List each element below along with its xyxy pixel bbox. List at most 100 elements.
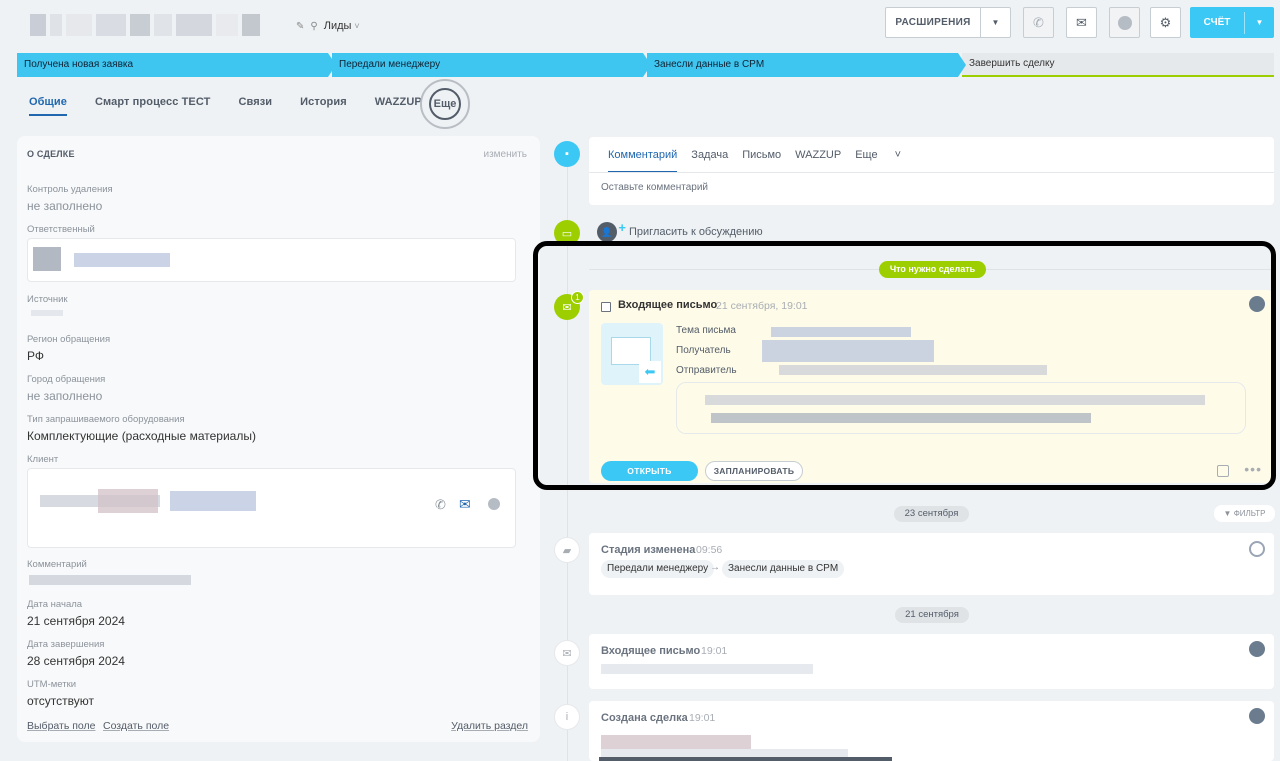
comment-redacted xyxy=(29,575,191,585)
field-label-deletion-control: Контроль удаления xyxy=(27,184,113,195)
messenger-button[interactable] xyxy=(1109,7,1140,38)
responsible-name-redacted xyxy=(74,253,170,267)
chevron-down-icon: ˅ xyxy=(894,149,902,161)
mail-icon: ✉ xyxy=(1076,14,1087,30)
field-label-start-date: Дата начала xyxy=(27,599,83,610)
stage-to-chip: Занесли данные в CPM xyxy=(722,560,845,578)
stage-change-entry: Стадия изменена 09:56 Передали менеджеру… xyxy=(589,533,1274,595)
messenger-icon xyxy=(1117,15,1132,30)
stage-bar: Получена новая заявка Передали менеджеру… xyxy=(17,53,1274,77)
mail-button[interactable]: ✉ xyxy=(1066,7,1097,38)
comment-bubble-icon: ▪ xyxy=(554,141,580,167)
extensions-button[interactable]: РАСШИРЕНИЯ ▼ xyxy=(885,7,1011,38)
top-bar: ✎ ⚲ Лиды ˅ РАСШИРЕНИЯ ▼ ✆ ✉ ⚙ СЧЁТ ▼ xyxy=(0,0,1280,48)
mail-icon[interactable]: ✉ xyxy=(459,496,471,513)
field-label-source: Источник xyxy=(27,294,68,305)
activity-editor: Комментарий Задача Письмо WAZZUP Еще ˅ О… xyxy=(589,137,1274,205)
stage-label: Передали менеджеру xyxy=(339,59,441,70)
stage-arrow xyxy=(328,53,336,77)
field-label-responsible: Ответственный xyxy=(27,224,95,235)
tab-history[interactable]: История xyxy=(300,96,347,114)
editor-tab-mail[interactable]: Письмо xyxy=(742,149,781,173)
field-value-region[interactable]: РФ xyxy=(27,349,44,363)
tab-smart-process[interactable]: Смарт процесс ТЕСТ xyxy=(95,96,210,114)
messenger-icon[interactable] xyxy=(488,498,500,510)
invoice-button[interactable]: СЧЁТ ▼ xyxy=(1190,7,1274,38)
field-label-end-date: Дата завершения xyxy=(27,639,105,650)
choose-field-link[interactable]: Выбрать поле xyxy=(27,720,95,732)
field-value-equipment[interactable]: Комплектующие (расходные материалы) xyxy=(27,429,256,443)
highlight-frame xyxy=(533,241,1276,490)
link-icon[interactable]: ⚲ xyxy=(310,21,317,32)
phone-icon[interactable]: ✆ xyxy=(435,497,446,513)
phone-icon: ✆ xyxy=(1033,14,1044,30)
edit-pencil-icon[interactable]: ✎ xyxy=(296,21,304,32)
preview-redacted xyxy=(601,664,813,674)
editor-tab-task[interactable]: Задача xyxy=(691,149,728,173)
field-label-utm: UTM-метки xyxy=(27,679,77,690)
settings-button[interactable]: ⚙ xyxy=(1150,7,1181,38)
field-value-end-date[interactable]: 28 сентября 2024 xyxy=(27,654,125,668)
stage-arrow xyxy=(643,53,651,77)
stage-handed-to-manager[interactable]: Передали менеджеру xyxy=(332,53,651,77)
tab-more-label: Еще xyxy=(433,98,457,110)
preview-redacted xyxy=(601,735,751,749)
client-box[interactable]: ✆ ✉ xyxy=(27,468,516,548)
responsible-box[interactable] xyxy=(27,238,516,282)
field-value-deletion-control[interactable]: не заполнено xyxy=(27,199,102,213)
stage-arrow xyxy=(958,53,966,77)
divider xyxy=(589,172,1274,173)
incoming-mail-entry: Входящее письмо 19:01 xyxy=(589,634,1274,689)
invoice-label: СЧЁТ xyxy=(1203,17,1231,28)
entry-time: 19:01 xyxy=(689,712,716,724)
filter-icon: ▼ xyxy=(1223,509,1232,518)
avatar[interactable] xyxy=(1249,708,1265,724)
pipeline-selector[interactable]: Лиды xyxy=(324,20,352,32)
tab-general[interactable]: Общие xyxy=(29,96,68,116)
field-value-utm[interactable]: отсутствуют xyxy=(27,694,94,708)
tab-wazzup[interactable]: WAZZUP xyxy=(375,96,422,114)
field-label-region: Регион обращения xyxy=(27,334,111,345)
stage-data-entered[interactable]: Занесли данные в CPM xyxy=(647,53,966,77)
chevron-down-icon[interactable]: ˅ xyxy=(354,21,359,31)
stage-from-chip: Передали менеджеру xyxy=(601,560,715,578)
caret-down-icon[interactable]: ▼ xyxy=(981,18,1010,27)
invite-to-discussion[interactable]: 👤 + Пригласить к обсуждению xyxy=(597,220,763,242)
avatar[interactable] xyxy=(1249,641,1265,657)
entry-time: 19:01 xyxy=(701,645,728,657)
editor-tab-comment[interactable]: Комментарий xyxy=(608,149,678,173)
caret-down-icon[interactable]: ▼ xyxy=(1245,18,1274,27)
stage-new-request[interactable]: Получена новая заявка xyxy=(17,53,336,77)
stage-change-icon: ▰ xyxy=(554,537,580,563)
edit-section-link[interactable]: изменить xyxy=(483,149,527,160)
editor-tab-wazzup[interactable]: WAZZUP xyxy=(795,149,841,173)
deal-title-redacted xyxy=(30,14,280,36)
tab-more-highlight[interactable]: Еще xyxy=(420,79,470,129)
stage-label: Получена новая заявка xyxy=(24,59,134,70)
filter-button[interactable]: ▼ ФИЛЬТР xyxy=(1214,505,1275,522)
entry-title: Стадия изменена xyxy=(601,544,696,556)
stage-label: Занесли данные в CPM xyxy=(654,59,765,70)
tab-relations[interactable]: Связи xyxy=(238,96,272,114)
editor-tabs: Комментарий Задача Письмо WAZZUP Еще ˅ xyxy=(608,149,929,173)
field-value-start-date[interactable]: 21 сентября 2024 xyxy=(27,614,125,628)
phone-button[interactable]: ✆ xyxy=(1023,7,1054,38)
sync-icon[interactable] xyxy=(1249,541,1265,557)
avatar-redacted xyxy=(33,247,61,271)
field-value-city[interactable]: не заполнено xyxy=(27,389,102,403)
create-field-link[interactable]: Создать поле xyxy=(103,720,169,732)
editor-tab-more[interactable]: Еще ˅ xyxy=(855,149,915,173)
info-icon: i xyxy=(554,704,580,730)
field-label-comment: Комментарий xyxy=(27,559,87,570)
stage-finish-deal[interactable]: Завершить сделку xyxy=(962,53,1274,77)
editor-tab-more-label: Еще xyxy=(855,149,878,161)
title-tools: ✎ ⚲ Лиды ˅ xyxy=(296,20,360,32)
delete-section-link[interactable]: Удалить раздел xyxy=(451,720,528,732)
date-separator: 21 сентября xyxy=(895,607,969,623)
entry-title[interactable]: Входящее письмо xyxy=(601,645,700,657)
deal-created-entry: Создана сделка 19:01 xyxy=(589,701,1274,761)
source-redacted xyxy=(31,310,63,316)
entry-title: Создана сделка xyxy=(601,712,688,724)
comment-input[interactable]: Оставьте комментарий xyxy=(601,182,708,193)
tab-more[interactable]: Еще xyxy=(429,88,461,120)
